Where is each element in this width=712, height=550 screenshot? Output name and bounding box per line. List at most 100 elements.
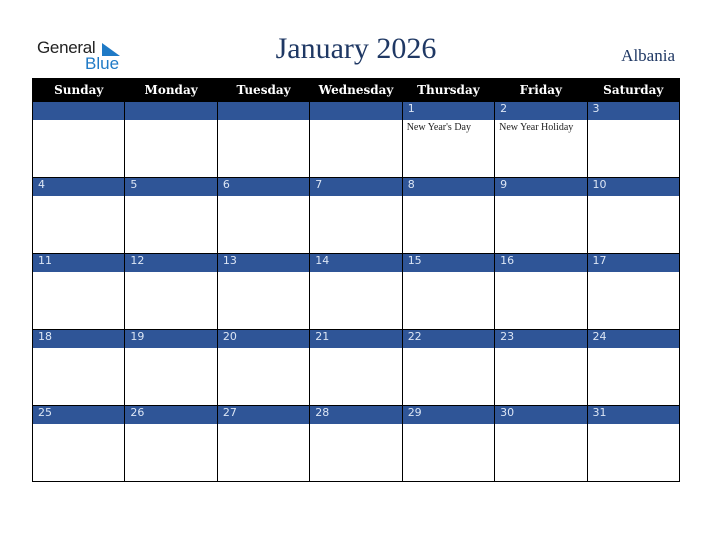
holiday-label bbox=[495, 348, 586, 350]
day-cell[interactable] bbox=[309, 424, 403, 482]
week-body-row bbox=[31, 424, 681, 482]
week-body-row bbox=[31, 196, 681, 254]
holiday-label bbox=[310, 424, 401, 426]
holiday-label bbox=[125, 424, 216, 426]
day-number: 3 bbox=[586, 101, 681, 120]
day-number: 10 bbox=[586, 177, 681, 196]
day-cell[interactable] bbox=[586, 272, 681, 330]
day-cell[interactable] bbox=[494, 196, 588, 254]
day-number: 16 bbox=[494, 253, 588, 272]
day-cell[interactable] bbox=[401, 196, 496, 254]
day-cell[interactable] bbox=[31, 348, 126, 406]
day-number: 22 bbox=[401, 329, 496, 348]
day-cell[interactable] bbox=[494, 424, 588, 482]
day-cell[interactable] bbox=[401, 348, 496, 406]
day-cell[interactable] bbox=[309, 272, 403, 330]
day-cell[interactable] bbox=[309, 120, 403, 178]
weekday-header: Sunday bbox=[31, 78, 126, 102]
day-cell[interactable] bbox=[124, 348, 218, 406]
day-number bbox=[31, 101, 126, 120]
holiday-label: New Year's Day bbox=[406, 122, 471, 133]
day-cell[interactable] bbox=[309, 348, 403, 406]
day-cell[interactable] bbox=[494, 348, 588, 406]
weekday-header: Friday bbox=[494, 78, 588, 102]
weekday-header: Monday bbox=[124, 78, 218, 102]
day-number: 19 bbox=[124, 329, 218, 348]
day-cell[interactable] bbox=[494, 272, 588, 330]
day-cell[interactable]: New Year Holiday bbox=[494, 120, 588, 178]
day-cell[interactable] bbox=[586, 348, 681, 406]
week-body-row bbox=[31, 348, 681, 406]
day-cell[interactable] bbox=[124, 424, 218, 482]
day-number: 6 bbox=[216, 177, 311, 196]
day-number: 4 bbox=[31, 177, 126, 196]
day-cell[interactable] bbox=[586, 120, 681, 178]
holiday-label bbox=[218, 424, 309, 426]
day-cell[interactable] bbox=[31, 196, 126, 254]
day-cell[interactable] bbox=[586, 196, 681, 254]
holiday-label bbox=[218, 120, 309, 122]
weekday-header: Saturday bbox=[586, 78, 681, 102]
day-cell[interactable] bbox=[124, 272, 218, 330]
day-number: 21 bbox=[309, 329, 403, 348]
day-number: 25 bbox=[31, 405, 126, 424]
holiday-label bbox=[588, 196, 679, 198]
holiday-label bbox=[33, 272, 124, 274]
day-cell[interactable] bbox=[216, 120, 311, 178]
holiday-label bbox=[403, 272, 494, 274]
holiday-label bbox=[495, 424, 586, 426]
day-number: 31 bbox=[586, 405, 681, 424]
day-number: 17 bbox=[586, 253, 681, 272]
holiday-label bbox=[403, 196, 494, 198]
holiday-label bbox=[33, 120, 124, 122]
day-number: 2 bbox=[494, 101, 588, 120]
day-number: 9 bbox=[494, 177, 588, 196]
day-cell[interactable] bbox=[216, 196, 311, 254]
day-cell[interactable] bbox=[309, 196, 403, 254]
holiday-label bbox=[33, 348, 124, 350]
day-cell[interactable] bbox=[124, 196, 218, 254]
day-number bbox=[124, 101, 218, 120]
day-number bbox=[309, 101, 403, 120]
weekday-header: Wednesday bbox=[309, 78, 403, 102]
holiday-label bbox=[33, 424, 124, 426]
day-number: 14 bbox=[309, 253, 403, 272]
day-cell[interactable] bbox=[586, 424, 681, 482]
day-cell[interactable] bbox=[124, 120, 218, 178]
day-number: 27 bbox=[216, 405, 311, 424]
day-number: 29 bbox=[401, 405, 496, 424]
holiday-label bbox=[218, 348, 309, 350]
week-number-row: 123 bbox=[31, 101, 681, 120]
day-number: 15 bbox=[401, 253, 496, 272]
holiday-label bbox=[403, 424, 494, 426]
day-number: 1 bbox=[401, 101, 496, 120]
weekday-header: Thursday bbox=[401, 78, 496, 102]
holiday-label bbox=[125, 348, 216, 350]
day-cell[interactable] bbox=[31, 120, 126, 178]
day-cell[interactable]: New Year's Day bbox=[401, 120, 496, 178]
day-number: 7 bbox=[309, 177, 403, 196]
day-cell[interactable] bbox=[401, 424, 496, 482]
day-cell[interactable] bbox=[216, 348, 311, 406]
holiday-label bbox=[125, 196, 216, 198]
holiday-label bbox=[403, 348, 494, 350]
holiday-label bbox=[588, 120, 679, 122]
holiday-label bbox=[495, 196, 586, 198]
day-number: 5 bbox=[124, 177, 218, 196]
holiday-label bbox=[218, 272, 309, 274]
day-number: 13 bbox=[216, 253, 311, 272]
day-cell[interactable] bbox=[216, 272, 311, 330]
day-cell[interactable] bbox=[401, 272, 496, 330]
holiday-label bbox=[588, 424, 679, 426]
holiday-label bbox=[495, 272, 586, 274]
day-number: 12 bbox=[124, 253, 218, 272]
calendar-title: January 2026 bbox=[275, 32, 437, 65]
country-label: Albania bbox=[621, 46, 675, 65]
holiday-label bbox=[310, 120, 401, 122]
day-number bbox=[216, 101, 311, 120]
day-cell[interactable] bbox=[31, 272, 126, 330]
week-body-row: New Year's Day New Year Holiday bbox=[31, 120, 681, 178]
day-cell[interactable] bbox=[216, 424, 311, 482]
day-cell[interactable] bbox=[31, 424, 126, 482]
holiday-label bbox=[125, 272, 216, 274]
